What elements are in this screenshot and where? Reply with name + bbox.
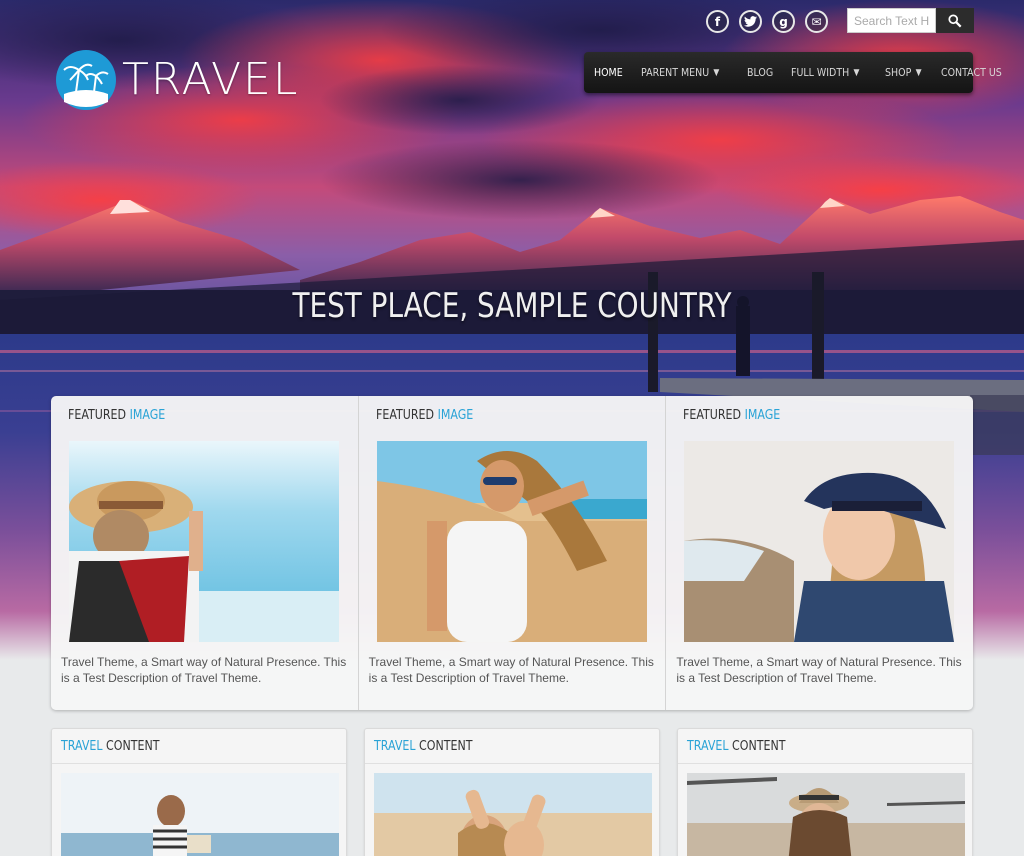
divider xyxy=(678,763,972,764)
content-image[interactable] xyxy=(687,773,965,856)
featured-image[interactable] xyxy=(684,441,955,642)
divider xyxy=(365,763,659,764)
featured-item: FEATURED IMAGE Travel Theme, a Smart way… xyxy=(357,396,666,710)
featured-image[interactable] xyxy=(69,441,339,642)
hero-title: TEST PLACE, SAMPLE COUNTRY xyxy=(292,286,732,326)
chevron-down-icon: ▼ xyxy=(713,67,720,78)
content-card: TRAVEL CONTENT xyxy=(51,728,347,856)
featured-description: Travel Theme, a Smart way of Natural Pre… xyxy=(61,655,347,685)
google-plus-icon[interactable]: g xyxy=(772,10,795,33)
chevron-down-icon: ▼ xyxy=(853,67,860,78)
content-heading: TRAVEL CONTENT xyxy=(374,739,473,754)
divider xyxy=(52,763,346,764)
nav-item-blog[interactable]: Blog xyxy=(747,66,773,79)
content-heading: TRAVEL CONTENT xyxy=(61,739,160,754)
featured-heading: FEATURED IMAGE xyxy=(375,408,473,423)
featured-panel: FEATURED IMAGE Travel Theme, a Smart way… xyxy=(51,396,973,710)
content-heading: TRAVEL CONTENT xyxy=(687,739,786,754)
search-button[interactable] xyxy=(936,8,974,33)
featured-heading: FEATURED IMAGE xyxy=(68,408,166,423)
twitter-icon[interactable] xyxy=(739,10,762,33)
featured-heading: FEATURED IMAGE xyxy=(683,408,781,423)
nav-item-shop[interactable]: Shop ▼ xyxy=(885,66,922,79)
nav-item-full-width[interactable]: Full Width ▼ xyxy=(791,66,859,79)
content-card: TRAVEL CONTENT xyxy=(364,728,660,856)
search-input[interactable] xyxy=(847,8,936,33)
featured-item: FEATURED IMAGE Travel Theme, a Smart way… xyxy=(665,396,973,710)
featured-image[interactable] xyxy=(376,441,647,642)
nav-item-parent-menu[interactable]: Parent Menu ▼ xyxy=(641,66,719,79)
email-icon[interactable]: ✉ xyxy=(805,10,828,33)
content-image[interactable] xyxy=(61,773,339,856)
main-nav: Home Parent Menu ▼ Blog Full Width ▼ Shop ▼… xyxy=(584,52,1002,93)
content-image[interactable] xyxy=(374,773,652,856)
featured-description: Travel Theme, a Smart way of Natural Pre… xyxy=(368,655,654,685)
search-form xyxy=(847,8,974,33)
featured-description: Travel Theme, a Smart way of Natural Pre… xyxy=(676,655,962,685)
search-icon xyxy=(948,13,962,27)
featured-item: FEATURED IMAGE Travel Theme, a Smart way… xyxy=(51,396,358,710)
site-logo[interactable]: TRAVEL xyxy=(56,50,299,110)
palm-tree-logo-icon xyxy=(56,50,116,110)
nav-item-home[interactable]: Home xyxy=(594,66,623,79)
content-card: TRAVEL CONTENT xyxy=(677,728,973,856)
facebook-icon[interactable]: f xyxy=(706,10,729,33)
social-links: f g ✉ xyxy=(706,10,828,33)
nav-item-contact-us[interactable]: Contact Us xyxy=(941,66,1002,79)
logo-text: TRAVEL xyxy=(122,54,300,105)
chevron-down-icon: ▼ xyxy=(915,67,922,78)
